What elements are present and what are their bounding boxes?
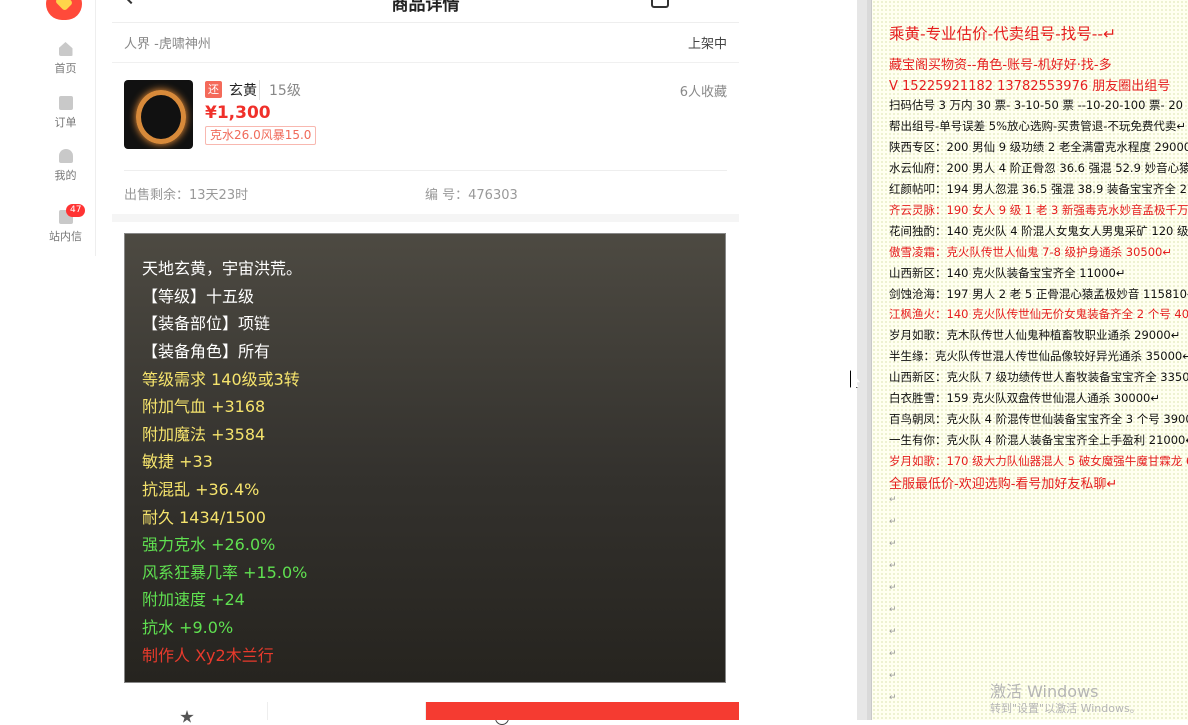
product-panel: 商品详情 人界 -虎啸神州 上架中 还 玄黄 15级 ¥1,300 克水26.0… <box>112 0 739 725</box>
paragraph-mark: ↵ <box>889 605 897 615</box>
doc-line: 花间独酌：140 克火队 4 阶混人女鬼女人男鬼采矿 120 级 2 <box>889 224 1188 238</box>
server-name: 人界 -虎啸神州 <box>124 37 211 52</box>
doc-line: 齐云灵脉：190 女人 9 级 1 老 3 新强毒克水妙音孟极千万 5 <box>889 203 1188 217</box>
doc-line: 山西新区：140 克火队装备宝宝齐全 11000↵ <box>889 266 1126 280</box>
compare-button[interactable] <box>268 702 509 725</box>
window-splitter[interactable] <box>857 0 871 720</box>
item-price: ¥1,300 <box>205 103 271 123</box>
doc-line: 白衣胜雪：159 克火队双盘传世仙混人通杀 30000↵ <box>889 391 1160 405</box>
nav-mine-label: 我的 <box>54 169 77 182</box>
nav-mine[interactable]: 我的 <box>36 149 95 183</box>
windows-activation-watermark: 激活 Windows <box>990 682 1099 701</box>
nav-home-label: 首页 <box>54 62 77 75</box>
app-logo[interactable] <box>46 0 82 20</box>
doc-line: 水云仙府：200 男人 4 阶正骨忽 36.6 强混 52.9 妙音心猿千万 <box>889 161 1188 175</box>
divider <box>124 170 727 171</box>
desc-line: 【装备角色】所有 <box>142 342 271 361</box>
desc-line: 敏捷 +33 <box>142 452 213 471</box>
time-remaining: 出售剩余：13天23时 <box>124 188 249 203</box>
doc-line: 乘黄-专业估价-代卖组号-找号--↵ <box>889 25 1116 43</box>
paragraph-mark: ↵ <box>889 627 897 637</box>
doc-line: 帮出组号-单号误差 5%放心选购-买贵管退-不玩免费代卖↵ <box>889 119 1186 133</box>
nav-orders[interactable]: 订单 <box>36 96 95 130</box>
doc-line: 百鸟朝凤：克火队 4 阶混传世仙装备宝宝齐全 3 个号 3900 <box>889 412 1188 426</box>
desc-line: 抗混乱 +36.4% <box>142 480 260 499</box>
unread-badge: 47 <box>66 204 86 217</box>
side-nav: 首页 订单 我的 47 站内信 <box>36 0 96 256</box>
paragraph-mark: ↵ <box>889 693 897 703</box>
section-gap <box>112 214 739 222</box>
page-title: 商品详情 <box>391 0 460 15</box>
desc-line: 强力克水 +26.0% <box>142 535 276 554</box>
nav-messages-label: 站内信 <box>49 230 82 243</box>
doc-line: 一生有你：克火队 4 阶混人装备宝宝齐全上手盈利 21000↵ <box>889 433 1188 447</box>
bottom-action-bar <box>112 702 739 725</box>
home-icon <box>58 42 73 56</box>
favorite-count: 6人收藏 <box>679 85 727 100</box>
doc-line: 藏宝阁买物资--角色-账号-机好好·找-多 <box>889 58 1112 73</box>
doc-line: 岁月如歌：克木队传世人仙鬼种植畜牧职业通杀 29000↵ <box>889 328 1181 342</box>
desc-line: 附加气血 +3168 <box>142 397 266 416</box>
desc-line: 抗水 +9.0% <box>142 618 234 637</box>
bargain-tag: 还 <box>205 81 222 98</box>
doc-line: 陕西专区：200 男仙 9 级功绩 2 老全满雷克水程度 29000↵ <box>889 140 1188 154</box>
nav-messages[interactable]: 47 站内信 <box>36 204 95 244</box>
nav-home[interactable]: 首页 <box>36 42 95 76</box>
order-icon <box>58 96 73 110</box>
favorite-button[interactable] <box>112 702 268 723</box>
desc-line: 【装备部位】项链 <box>142 314 271 333</box>
doc-line: 红颜帖叩：194 男人忽混 36.5 强混 38.9 装备宝宝齐全 27000 <box>889 182 1188 196</box>
doc-line: 半生缘：克火队传世混人传世仙品像较好异光通杀 35000↵ <box>889 349 1188 363</box>
doc-line: 扫码估号 3 万内 30 票- 3-10-50 票 --10-20-100 票-… <box>889 98 1188 112</box>
windows-activation-hint: 转到"设置"以激活 Windows。 <box>990 702 1141 715</box>
desc-line: 风系狂暴几率 +15.0% <box>142 563 308 582</box>
item-level: 15级 <box>259 80 301 100</box>
doc-line: 剑蚀沧海：197 男人 2 老 5 正骨混心猿孟极妙音 115810↵ <box>889 287 1188 301</box>
item-name: 玄黄 <box>229 83 257 99</box>
sale-status: 上架中 <box>687 37 727 52</box>
star-icon <box>180 710 194 723</box>
serial-number: 编 号：476303 <box>425 188 518 203</box>
top-bar: 商品详情 <box>112 0 739 23</box>
paragraph-mark: ↵ <box>889 517 897 527</box>
item-image[interactable] <box>124 80 193 149</box>
desc-line: 附加速度 +24 <box>142 590 245 609</box>
paragraph-mark: ↵ <box>889 649 897 659</box>
item-description-box: 天地玄黄，宇宙洪荒。 【等级】十五级 【装备部位】项链 【装备角色】所有 等级需… <box>124 233 726 683</box>
desc-line: 【等级】十五级 <box>142 287 255 306</box>
desc-line: 天地玄黄，宇宙洪荒。 <box>142 259 303 278</box>
user-icon <box>58 149 73 163</box>
attr-badge: 克水26.0风暴15.0 <box>205 126 317 145</box>
doc-line: V 15225921182 13782553976 朋友圈出组号 <box>889 79 1171 94</box>
nav-orders-label: 订单 <box>54 116 77 129</box>
desc-line: 等级需求 140级或3转 <box>142 370 300 389</box>
paragraph-mark: ↵ <box>889 561 897 571</box>
desc-line: 制作人 Xy2木兰行 <box>142 646 274 665</box>
doc-line: 山西新区：克火队 7 级功绩传世人畜牧装备宝宝齐全 3350 <box>889 370 1188 384</box>
paragraph-mark: ↵ <box>889 495 897 505</box>
share-icon[interactable] <box>651 0 669 8</box>
server-row: 人界 -虎啸神州 上架中 <box>112 22 739 63</box>
paragraph-mark: ↵ <box>889 539 897 549</box>
buy-button[interactable] <box>426 702 739 720</box>
paragraph-mark: ↵ <box>889 671 897 681</box>
desc-line: 附加魔法 +3584 <box>142 425 266 444</box>
doc-line: 江枫渔火：140 克火队传世仙无价女鬼装备齐全 2 个号 400 <box>889 307 1188 321</box>
paragraph-mark: ↵ <box>889 583 897 593</box>
desc-line: 耐久 1434/1500 <box>142 508 266 527</box>
doc-line: 全服最低价-欢迎选购-看号加好友私聊↵ <box>889 477 1118 492</box>
document-pane[interactable]: 乘黄-专业估价-代卖组号-找号--↵ 藏宝阁买物资--角色-账号-机好好·找-多… <box>871 0 1188 720</box>
doc-line: 岁月如歌：170 级大力队仙器混人 5 破女魔强牛魔甘霖龙 6 <box>889 454 1188 468</box>
doc-line: 傲雪凌霜：克火队传世人仙鬼 7-8 级护身通杀 30500↵ <box>889 245 1172 259</box>
